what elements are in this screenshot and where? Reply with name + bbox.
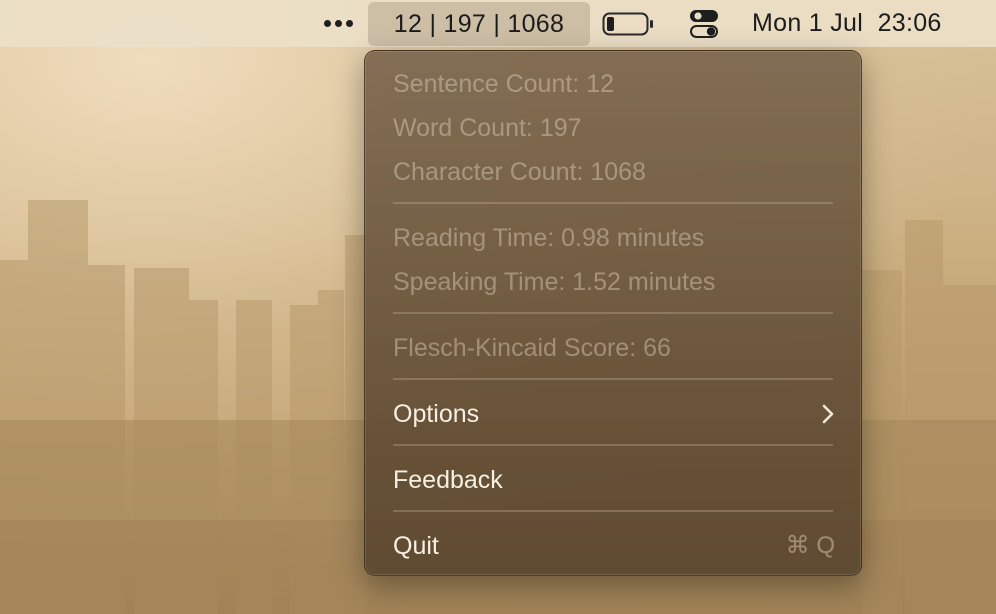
quit-label: Quit bbox=[393, 532, 439, 560]
ellipsis-icon bbox=[334, 20, 342, 27]
text-counts-status-item[interactable]: 12 | 197 | 1068 bbox=[368, 2, 590, 46]
quit-menu-item[interactable]: Quit ⌘ Q bbox=[393, 524, 835, 568]
menu-bar-clock[interactable]: Mon 1 Jul 23:06 bbox=[752, 0, 966, 47]
character-count-item: Character Count: 1068 bbox=[393, 158, 646, 186]
options-menu-item[interactable]: Options bbox=[393, 392, 835, 436]
ellipsis-icon bbox=[323, 20, 331, 27]
ellipsis-icon bbox=[345, 20, 353, 27]
battery-status-item[interactable] bbox=[602, 0, 654, 47]
menu-separator bbox=[393, 378, 833, 380]
sentence-count-item: Sentence Count: 12 bbox=[393, 70, 614, 98]
battery-icon bbox=[602, 12, 653, 35]
quit-shortcut-label: ⌘ Q bbox=[785, 532, 835, 559]
options-label: Options bbox=[393, 400, 480, 428]
word-count-dropdown-menu: Sentence Count: 12 Word Count: 197 Chara… bbox=[364, 50, 862, 576]
speaking-time-item: Speaking Time: 1.52 minutes bbox=[393, 268, 716, 296]
more-menu-extras-button[interactable] bbox=[318, 0, 358, 47]
control-center-button[interactable] bbox=[688, 0, 720, 47]
menu-separator bbox=[393, 510, 833, 512]
feedback-label: Feedback bbox=[393, 466, 503, 494]
menu-separator bbox=[393, 202, 833, 204]
flesch-kincaid-score-item: Flesch-Kincaid Score: 66 bbox=[393, 334, 671, 362]
control-center-icon bbox=[690, 9, 718, 38]
chevron-right-icon bbox=[822, 404, 834, 424]
menu-bar: 12 | 197 | 1068 Mon 1 Jul 23:06 bbox=[0, 0, 996, 47]
menu-separator bbox=[393, 444, 833, 446]
menu-separator bbox=[393, 312, 833, 314]
word-count-item: Word Count: 197 bbox=[393, 114, 582, 142]
reading-time-item: Reading Time: 0.98 minutes bbox=[393, 224, 705, 252]
feedback-menu-item[interactable]: Feedback bbox=[393, 458, 835, 502]
